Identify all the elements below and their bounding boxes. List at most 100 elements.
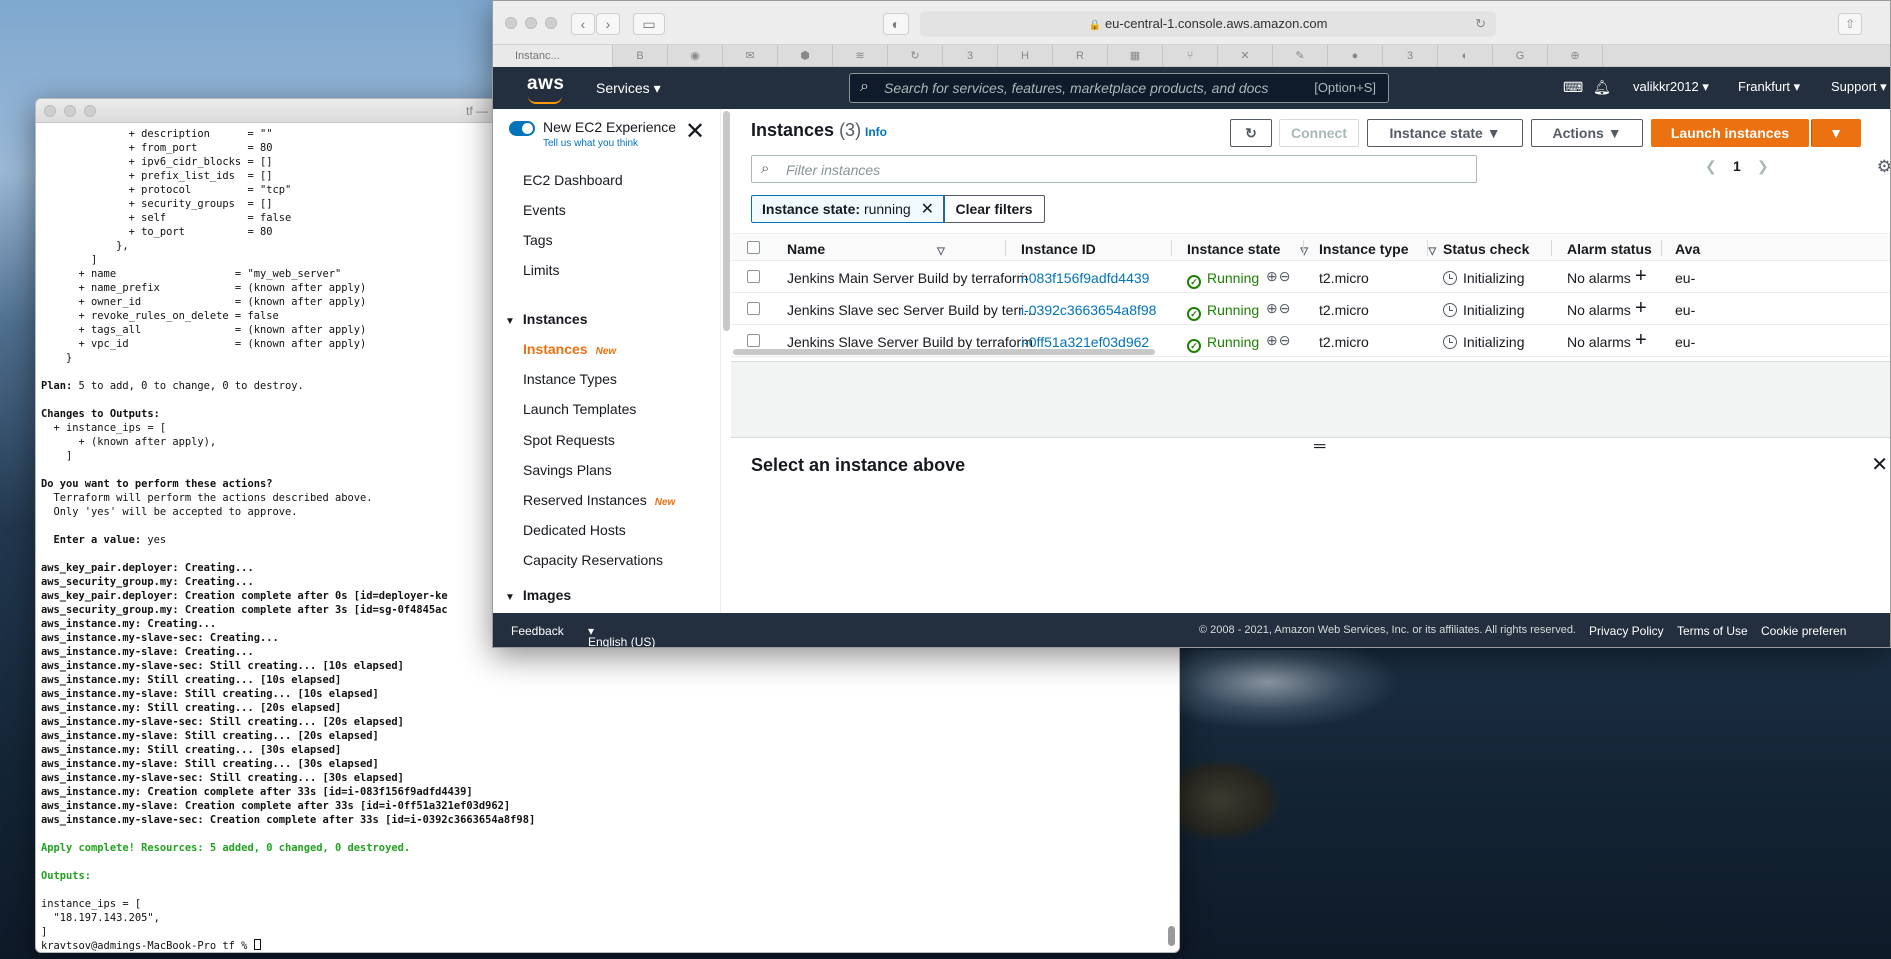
browser-tab[interactable]: ▦ xyxy=(1108,45,1163,67)
minimize-window-button[interactable] xyxy=(64,105,76,117)
terminal-scrollbar[interactable] xyxy=(1168,926,1175,946)
instance-state-button[interactable]: Instance state ▼ xyxy=(1367,119,1523,147)
row-checkbox[interactable] xyxy=(747,270,760,283)
tab-active[interactable]: Instanc... xyxy=(493,45,613,67)
close-window-button[interactable] xyxy=(505,17,517,29)
language-selector[interactable]: English (US) ▾ xyxy=(588,624,655,647)
add-alarm-icon[interactable]: + xyxy=(1635,329,1647,352)
close-icon[interactable]: ✕ xyxy=(685,117,705,146)
browser-tab[interactable]: ✎ xyxy=(1273,45,1328,67)
search-input[interactable]: ⌕ Search for services, features, marketp… xyxy=(849,73,1389,103)
zoom-window-button[interactable] xyxy=(545,17,557,29)
column-divider[interactable] xyxy=(1303,240,1304,256)
sidebar-item-launch-templates[interactable]: Launch Templates xyxy=(523,401,636,417)
browser-tab[interactable]: 3 xyxy=(1383,45,1438,67)
table-row[interactable]: Jenkins Main Server Build by terraform i-… xyxy=(731,261,1890,293)
row-checkbox[interactable] xyxy=(747,334,760,347)
column-divider[interactable] xyxy=(1171,240,1172,256)
clear-filters-button[interactable]: Clear filters xyxy=(943,195,1045,223)
address-bar[interactable]: 🔒 eu-central-1.console.aws.amazon.com ↻ xyxy=(920,11,1496,37)
new-experience-toggle[interactable] xyxy=(509,121,535,136)
close-icon[interactable]: ✕ xyxy=(921,201,934,218)
column-divider[interactable] xyxy=(1005,240,1006,256)
sidebar-toggle-icon[interactable]: ▭ xyxy=(633,13,665,35)
browser-tab[interactable]: ✉ xyxy=(723,45,778,67)
column-divider[interactable] xyxy=(1661,240,1662,256)
privacy-shield-icon[interactable]: ◐ xyxy=(883,13,909,35)
column-header-name[interactable]: Name ▽ xyxy=(787,241,945,257)
column-header-alarm-status[interactable]: Alarm status xyxy=(1567,241,1652,257)
cloudshell-icon[interactable]: ⌨ xyxy=(1563,79,1583,96)
table-row[interactable]: Jenkins Slave sec Server Build by terr… i… xyxy=(731,293,1890,325)
instance-id-link[interactable]: i-0392c3663654a8f98 xyxy=(1021,302,1156,318)
sidebar-item-spot-requests[interactable]: Spot Requests xyxy=(523,432,615,448)
launch-instances-button[interactable]: Launch instances xyxy=(1651,119,1809,147)
row-checkbox[interactable] xyxy=(747,302,760,315)
column-divider[interactable] xyxy=(1427,240,1428,256)
browser-window[interactable]: ‹ › ▭ ◐ 🔒 eu-central-1.console.aws.amazon… xyxy=(492,0,1891,648)
sidebar-item-savings-plans[interactable]: Savings Plans xyxy=(523,462,612,478)
add-alarm-icon[interactable]: + xyxy=(1635,265,1647,288)
sidebar-group-images[interactable]: ▼ Images xyxy=(505,587,571,603)
browser-tab[interactable]: ● xyxy=(1328,45,1383,67)
close-icon[interactable]: ✕ xyxy=(1871,452,1888,477)
sidebar-item-limits[interactable]: Limits xyxy=(523,262,560,278)
sidebar-item-instances[interactable]: Instances New xyxy=(523,341,616,357)
browser-tab[interactable]: H xyxy=(998,45,1053,67)
sort-icon[interactable]: ▽ xyxy=(1428,246,1436,257)
zoom-filter-icon[interactable]: ⊕⊖ xyxy=(1266,332,1291,349)
services-menu[interactable]: Services ▾ xyxy=(596,80,661,97)
filter-input[interactable]: ⌕ Filter instances xyxy=(751,155,1477,183)
sort-icon[interactable]: ▽ xyxy=(1300,246,1308,257)
table-horizontal-scrollbar[interactable] xyxy=(733,349,1155,355)
browser-tab[interactable]: ≋ xyxy=(833,45,888,67)
support-menu[interactable]: Support ▾ xyxy=(1831,79,1887,95)
column-header-availability-zone[interactable]: Ava xyxy=(1675,241,1700,257)
privacy-policy-link[interactable]: Privacy Policy xyxy=(1589,624,1664,638)
next-page-icon[interactable]: ❯ xyxy=(1757,158,1769,175)
sort-icon[interactable]: ▽ xyxy=(937,246,945,257)
zoom-filter-icon[interactable]: ⊕⊖ xyxy=(1266,300,1291,317)
sidebar-item-tags[interactable]: Tags xyxy=(523,232,553,248)
column-header-instance-type[interactable]: Instance type ▽ xyxy=(1319,241,1436,257)
gear-icon[interactable]: ⚙ xyxy=(1877,157,1890,177)
sidebar-item-events[interactable]: Events xyxy=(523,202,566,218)
browser-tab[interactable]: ◉ xyxy=(668,45,723,67)
cookie-preferences-link[interactable]: Cookie preferen xyxy=(1761,624,1846,638)
browser-tab[interactable]: ⬢ xyxy=(778,45,833,67)
sidebar-item-reserved-instances[interactable]: Reserved Instances New xyxy=(523,492,675,508)
info-link[interactable]: Info xyxy=(865,125,887,139)
forward-button[interactable]: › xyxy=(596,13,620,35)
browser-tab[interactable]: ⑂ xyxy=(1163,45,1218,67)
sidebar-item-ec2-dashboard[interactable]: EC2 Dashboard xyxy=(523,172,623,188)
share-icon[interactable]: ⇧ xyxy=(1838,13,1862,35)
instance-id-link[interactable]: i-083f156f9adfd4439 xyxy=(1021,270,1149,286)
browser-tab[interactable]: R xyxy=(1053,45,1108,67)
column-header-status-check[interactable]: Status check xyxy=(1443,241,1529,257)
browser-tab[interactable]: G xyxy=(1493,45,1548,67)
back-button[interactable]: ‹ xyxy=(571,13,595,35)
sidebar-item-instance-types[interactable]: Instance Types xyxy=(523,371,617,387)
browser-tab[interactable]: ⊕ xyxy=(1548,45,1603,67)
zoom-window-button[interactable] xyxy=(84,105,96,117)
bell-icon[interactable]: 🔔︎ xyxy=(1593,79,1611,96)
zoom-filter-icon[interactable]: ⊕⊖ xyxy=(1266,268,1291,285)
sidebar-group-instances[interactable]: ▼ Instances xyxy=(505,311,588,327)
browser-tab[interactable]: ◐ xyxy=(1438,45,1493,67)
resize-handle-icon[interactable]: ═ xyxy=(1314,438,1325,456)
minimize-window-button[interactable] xyxy=(525,17,537,29)
terms-of-use-link[interactable]: Terms of Use xyxy=(1677,624,1748,638)
column-divider[interactable] xyxy=(1551,240,1552,256)
prev-page-icon[interactable]: ❮ xyxy=(1705,158,1717,175)
feedback-button[interactable]: Feedback xyxy=(511,624,564,638)
connect-button[interactable]: Connect xyxy=(1279,119,1359,147)
column-header-instance-id[interactable]: Instance ID xyxy=(1021,241,1096,257)
add-alarm-icon[interactable]: + xyxy=(1635,297,1647,320)
feedback-link[interactable]: Tell us what you think xyxy=(543,138,638,149)
column-header-instance-state[interactable]: Instance state ▽ xyxy=(1187,241,1308,257)
close-window-button[interactable] xyxy=(44,105,56,117)
instance-id-link[interactable]: i-0ff51a321ef03d962 xyxy=(1021,334,1149,350)
browser-tab[interactable]: 3 xyxy=(943,45,998,67)
sidebar-item-dedicated-hosts[interactable]: Dedicated Hosts xyxy=(523,522,626,538)
reload-icon[interactable]: ↻ xyxy=(1475,11,1486,37)
